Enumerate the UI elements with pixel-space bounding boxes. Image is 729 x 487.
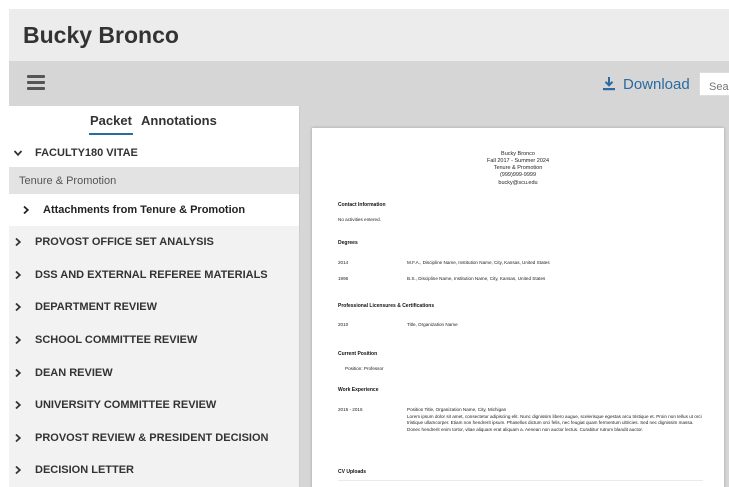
current-position-text: Position: Professor: [345, 366, 384, 371]
sidebar-item-dss-referee[interactable]: DSS AND EXTERNAL REFEREE MATERIALS: [9, 259, 299, 292]
sidebar-item-provost-office[interactable]: PROVOST OFFICE SET ANALYSIS: [9, 226, 299, 259]
chevron-down-icon: [13, 150, 23, 157]
sidebar-item-provost-president[interactable]: PROVOST REVIEW & PRESIDENT DECISION: [9, 422, 299, 455]
sidebar-item-label: DEAN REVIEW: [35, 366, 113, 379]
degree-desc: M.F.A., Discipline Name, Institution Nam…: [407, 260, 550, 265]
licensure-year: 2010: [338, 322, 349, 327]
tenure-promotion-header: Tenure & Promotion: [9, 167, 299, 194]
download-label: Download: [623, 75, 690, 93]
chevron-right-icon: [15, 335, 22, 345]
chevron-right-icon: [23, 205, 30, 215]
sidebar-nav-list: PROVOST OFFICE SET ANALYSIS DSS AND EXTE…: [9, 226, 299, 487]
licensures-heading: Professional Licensures & Certifications: [338, 303, 435, 309]
divider: [338, 480, 703, 481]
sidebar-tabs: Packet Annotations: [9, 106, 299, 139]
sidebar-item-attachments[interactable]: Attachments from Tenure & Promotion: [9, 194, 299, 226]
app-window: Bucky Bronco Download Packet Annotations…: [0, 0, 729, 487]
chevron-right-icon: [15, 238, 22, 247]
doc-phone: (999)999-9999: [499, 172, 537, 178]
sidebar-item-school-committee[interactable]: SCHOOL COMMITTEE REVIEW: [9, 324, 299, 357]
doc-name: Bucky Bronco: [501, 151, 535, 157]
download-icon: [603, 77, 615, 91]
work-description: Lorem ipsum dolor sit amet, consectetur …: [407, 414, 702, 432]
chevron-right-icon: [15, 401, 22, 410]
contact-text: No activities entered.: [338, 217, 381, 222]
top-margin: [0, 0, 729, 9]
sidebar-item-label: DEPARTMENT REVIEW: [35, 301, 158, 314]
degree-desc: B.S., Discipline Name, Institution Name,…: [407, 276, 546, 281]
page-title: Bucky Bronco: [23, 22, 179, 48]
tab-packet[interactable]: Packet: [89, 113, 133, 135]
sidebar-item-department-review[interactable]: DEPARTMENT REVIEW: [9, 291, 299, 324]
sidebar-item-decision-letter[interactable]: DECISION LETTER: [9, 454, 299, 487]
current-position-heading: Current Position: [338, 351, 378, 357]
document-page: Bucky Bronco Fall 2017 - Summer 2024 Ten…: [312, 128, 724, 487]
document-viewer[interactable]: Bucky Bronco Fall 2017 - Summer 2024 Ten…: [300, 106, 729, 487]
sidebar-item-label: SCHOOL COMMITTEE REVIEW: [35, 334, 198, 347]
degree-year: 1996: [338, 276, 349, 281]
doc-email: bucky@scu.edu: [498, 180, 538, 186]
licensure-desc: Title, Organization Name: [407, 322, 458, 327]
chevron-right-icon: [15, 433, 22, 443]
doc-category: Tenure & Promotion: [493, 165, 543, 171]
tab-annotations[interactable]: Annotations: [141, 113, 217, 128]
contact-heading: Contact Information: [338, 202, 386, 208]
app-header: Bucky Bronco: [9, 9, 729, 61]
section-label: FACULTY180 VITAE: [35, 147, 138, 159]
sidebar-item-label: UNIVERSITY COMMITTEE REVIEW: [35, 399, 217, 412]
cv-uploads-heading: CV Uploads: [338, 469, 367, 475]
sidebar-item-label: Attachments from Tenure & Promotion: [43, 204, 246, 216]
sidebar-item-label: PROVOST OFFICE SET ANALYSIS: [35, 236, 214, 249]
toolbar: Download: [9, 61, 729, 106]
chevron-right-icon: [15, 303, 22, 312]
sidebar-item-dean-review[interactable]: DEAN REVIEW: [9, 356, 299, 389]
degrees-heading: Degrees: [338, 240, 358, 246]
work-experience-heading: Work Experience: [338, 387, 379, 393]
download-button[interactable]: Download: [601, 73, 690, 95]
sidebar-item-university-committee[interactable]: UNIVERSITY COMMITTEE REVIEW: [9, 389, 299, 422]
chevron-right-icon: [15, 368, 22, 377]
doc-term: Fall 2017 - Summer 2024: [486, 158, 550, 164]
chevron-right-icon: [15, 466, 22, 475]
section-faculty180-vitae[interactable]: FACULTY180 VITAE: [9, 139, 299, 167]
sidebar-item-label: DECISION LETTER: [35, 464, 135, 477]
search-input[interactable]: [699, 72, 729, 96]
work-title: Position Title, Organization Name, City,…: [407, 407, 507, 412]
work-years: 2015 - 2016: [338, 407, 363, 412]
sidebar-item-label: DSS AND EXTERNAL REFEREE MATERIALS: [35, 268, 268, 281]
degree-year: 2014: [338, 260, 349, 265]
packet-sidebar: Packet Annotations FACULTY180 VITAE Tenu…: [9, 106, 300, 487]
chevron-right-icon: [15, 270, 22, 280]
hamburger-menu-icon[interactable]: [27, 75, 45, 90]
sidebar-item-label: PROVOST REVIEW & PRESIDENT DECISION: [35, 431, 269, 444]
